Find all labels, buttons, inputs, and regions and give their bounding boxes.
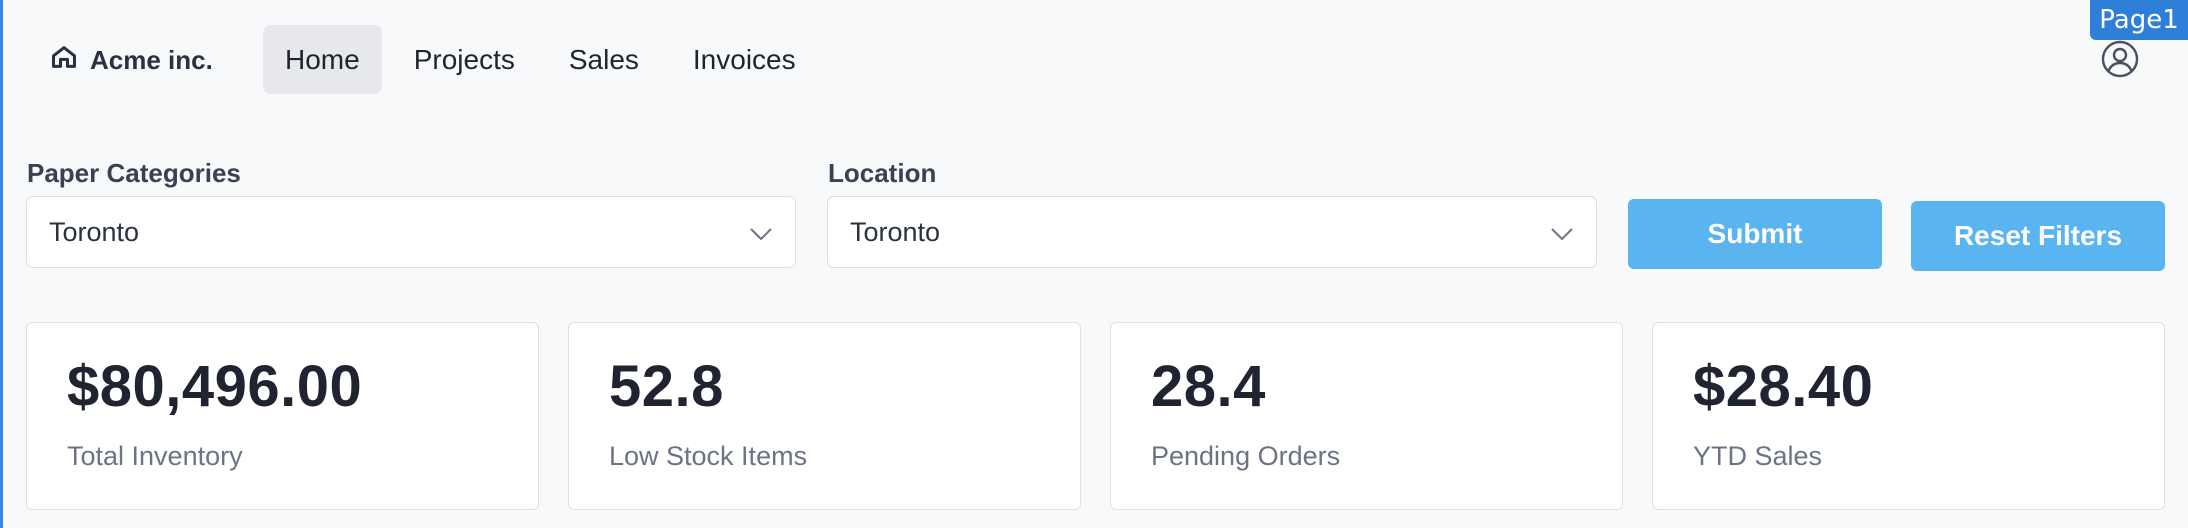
kpi-value: 52.8 <box>609 354 724 419</box>
kpi-label: Total Inventory <box>67 441 243 471</box>
location-select[interactable]: Toronto <box>827 196 1597 268</box>
page-badge: Page1 <box>2090 0 2188 40</box>
location-value: Toronto <box>850 216 941 247</box>
kpi-card-pending-orders: 28.4 Pending Orders <box>1110 322 1623 510</box>
brand[interactable]: Acme inc. <box>50 36 213 84</box>
location-label: Location <box>828 158 937 188</box>
paper-categories-select[interactable]: Toronto <box>26 196 796 268</box>
chevron-down-icon <box>749 217 773 248</box>
chevron-down-icon <box>1550 217 1574 248</box>
user-circle-icon[interactable] <box>2100 39 2140 79</box>
nav-item-home[interactable]: Home <box>263 25 382 94</box>
kpi-label: Pending Orders <box>1151 441 1341 471</box>
kpi-card-ytd-sales: $28.40 YTD Sales <box>1652 322 2165 510</box>
paper-categories-label: Paper Categories <box>27 158 241 188</box>
nav-item-invoices[interactable]: Invoices <box>671 25 818 94</box>
kpi-value: $80,496.00 <box>67 354 363 419</box>
nav-links: Home Projects Sales Invoices <box>263 25 828 94</box>
home-icon <box>50 43 78 78</box>
nav-item-projects[interactable]: Projects <box>392 25 537 94</box>
kpi-card-total-inventory: $80,496.00 Total Inventory <box>26 322 539 510</box>
reset-filters-button[interactable]: Reset Filters <box>1911 201 2165 271</box>
kpi-value: $28.40 <box>1693 354 1874 419</box>
kpi-value: 28.4 <box>1151 354 1266 419</box>
submit-button[interactable]: Submit <box>1628 199 1882 269</box>
kpi-label: Low Stock Items <box>609 441 808 471</box>
kpi-card-low-stock-items: 52.8 Low Stock Items <box>568 322 1081 510</box>
nav-item-sales[interactable]: Sales <box>547 25 661 94</box>
kpi-label: YTD Sales <box>1693 441 1823 471</box>
paper-categories-value: Toronto <box>49 216 140 247</box>
brand-name: Acme inc. <box>90 44 213 75</box>
navbar: Acme inc. Home Projects Sales Invoices P… <box>0 0 2188 120</box>
